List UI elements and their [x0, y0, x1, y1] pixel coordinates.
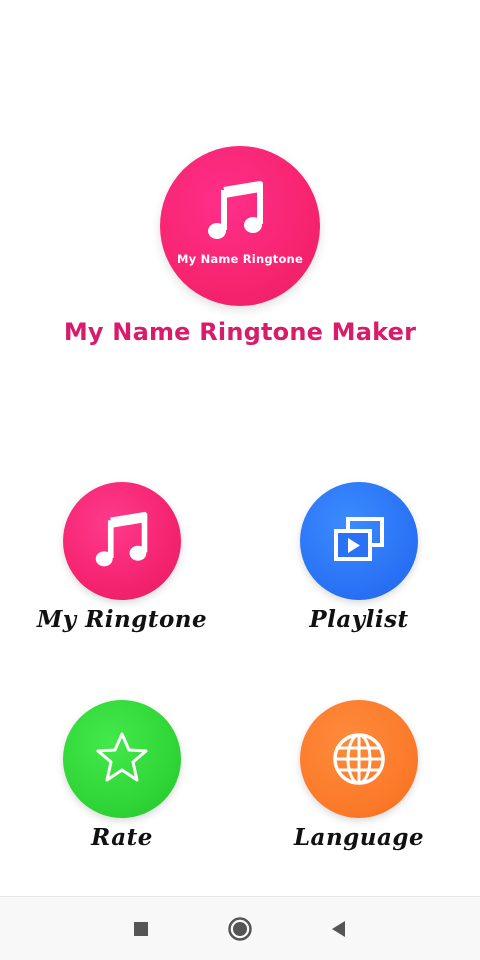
home-button[interactable] — [226, 915, 254, 943]
playlist-icon — [334, 517, 384, 561]
globe-icon — [333, 733, 385, 785]
app-logo: My Name Ringtone — [160, 146, 320, 306]
my-ringtone-button[interactable]: My Ringtone — [27, 482, 217, 652]
language-circle[interactable] — [300, 700, 418, 818]
system-nav-bar — [0, 896, 480, 960]
logo-caption: My Name Ringtone — [177, 252, 303, 266]
my-ringtone-label: My Ringtone — [36, 606, 208, 633]
playlist-circle[interactable] — [300, 482, 418, 600]
language-label: Language — [293, 824, 425, 851]
rate-button[interactable]: Rate — [27, 700, 217, 870]
music-note-icon — [95, 511, 148, 567]
playlist-button[interactable]: Playlist — [264, 482, 454, 652]
language-button[interactable]: Language — [264, 700, 454, 870]
star-icon — [96, 732, 148, 782]
playlist-label: Playlist — [309, 606, 409, 633]
back-button[interactable] — [325, 915, 353, 943]
app-title: My Name Ringtone Maker — [63, 318, 417, 346]
my-ringtone-circle[interactable] — [63, 482, 181, 600]
back-icon — [332, 921, 345, 937]
recents-button[interactable] — [127, 915, 155, 943]
music-note-icon — [208, 181, 263, 239]
recents-icon — [134, 922, 148, 936]
home-icon — [228, 917, 252, 941]
rate-circle[interactable] — [63, 700, 181, 818]
rate-label: Rate — [91, 824, 153, 851]
